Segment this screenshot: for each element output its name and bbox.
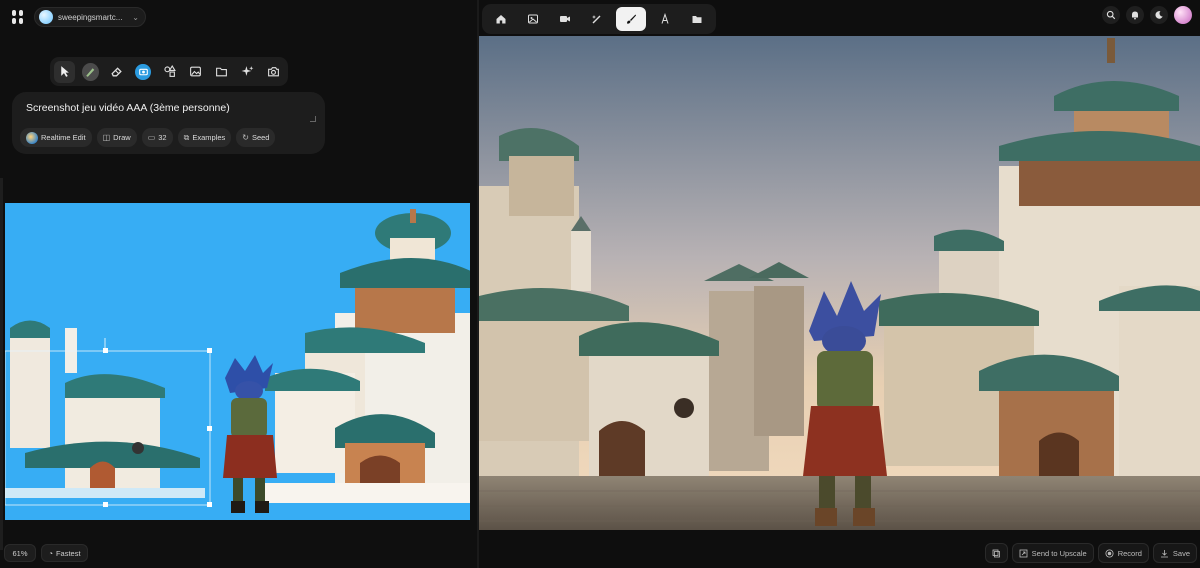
examples-icon: ⧉: [183, 132, 190, 142]
prompt-input[interactable]: Screenshot jeu vidéo AAA (3ème personne): [26, 102, 230, 114]
seed-button[interactable]: ↻ Seed: [236, 128, 276, 147]
speed-selector[interactable]: ◔ Fastest: [41, 544, 88, 562]
send-to-upscale-button[interactable]: Send to Upscale: [1011, 543, 1094, 563]
output-panel: Send to Upscale Record Save: [479, 0, 1200, 568]
speed-icon: ◔: [48, 548, 53, 558]
refresh-icon: ↻: [242, 133, 249, 142]
brush-icon[interactable]: [615, 7, 647, 31]
moon-icon[interactable]: [1150, 6, 1168, 24]
chevron-down-icon: ⌄: [132, 12, 139, 22]
folder-icon[interactable]: [683, 8, 710, 30]
account-name: sweepingsmartc...: [58, 12, 123, 22]
camera-plus-icon[interactable]: [263, 61, 284, 83]
copy-button[interactable]: [984, 543, 1008, 563]
image-icon[interactable]: [185, 61, 206, 83]
camera-badge-icon[interactable]: [135, 63, 151, 80]
generated-scene: [479, 36, 1200, 530]
prompt-box: Screenshot jeu vidéo AAA (3ème personne)…: [12, 92, 325, 154]
brush-icon[interactable]: [82, 62, 100, 81]
examples-label: Examples: [192, 133, 226, 142]
output-actions: Send to Upscale Record Save: [984, 543, 1197, 563]
mode-toolbar: [482, 4, 716, 34]
draw-button[interactable]: ◫ Draw: [96, 128, 137, 147]
bell-icon[interactable]: [1126, 6, 1144, 24]
record-button[interactable]: Record: [1097, 543, 1149, 563]
video-icon[interactable]: [552, 8, 579, 30]
app-window: sweepingsmartc... ⌄ Screenshot jeu vidéo…: [0, 0, 1200, 568]
text-icon[interactable]: [651, 8, 678, 30]
sparkles-icon[interactable]: [237, 61, 258, 83]
aspect-count-label: 32: [158, 133, 167, 142]
send-to-upscale-label: Send to Upscale: [1031, 548, 1087, 558]
search-icon[interactable]: [1102, 6, 1120, 24]
app-logo-icon[interactable]: [11, 9, 25, 25]
top-right-actions: [1102, 6, 1192, 24]
home-icon[interactable]: [488, 8, 515, 30]
folder-icon[interactable]: [211, 61, 232, 83]
magic-wand-icon[interactable]: [584, 8, 611, 30]
drawing-canvas[interactable]: [5, 203, 470, 520]
account-switcher[interactable]: sweepingsmartc... ⌄: [34, 7, 146, 27]
save-label: Save: [1172, 548, 1190, 558]
panel-edge: [0, 178, 3, 550]
cursor-icon[interactable]: [54, 60, 76, 83]
realtime-edit-label: Realtime Edit: [41, 133, 86, 142]
shapes-icon[interactable]: [159, 61, 180, 83]
canvas-collage-image: [5, 209, 470, 513]
draw-icon: ◫: [102, 133, 111, 142]
render-output-image: [479, 36, 1200, 530]
speed-label: Fastest: [55, 548, 81, 558]
download-icon: [1160, 549, 1168, 557]
copy-icon: [992, 549, 1000, 557]
examples-button[interactable]: ⧉ Examples: [177, 128, 232, 147]
zoom-level[interactable]: 61%: [4, 544, 36, 562]
realtime-edit-button[interactable]: Realtime Edit: [20, 128, 92, 147]
realtime-thumbnail-icon: [26, 131, 38, 144]
record-icon: [1105, 549, 1114, 557]
aspect-count-button[interactable]: ▭ 32: [141, 128, 173, 147]
aspect-ratio-icon: ▭: [147, 133, 156, 142]
editor-panel: sweepingsmartc... ⌄ Screenshot jeu vidéo…: [0, 0, 477, 568]
upscale-icon: [1019, 549, 1028, 557]
resize-handle-icon[interactable]: [310, 116, 316, 122]
draw-label: Draw: [113, 133, 131, 142]
eraser-icon[interactable]: [106, 61, 127, 83]
canvas-toolbar: [50, 57, 288, 86]
prompt-options: Realtime Edit ◫ Draw ▭ 32 ⧉ Examples ↻ S…: [20, 128, 276, 147]
record-label: Record: [1117, 548, 1142, 558]
save-button[interactable]: Save: [1152, 543, 1197, 563]
image-icon[interactable]: [520, 8, 547, 30]
user-avatar[interactable]: [1174, 6, 1192, 24]
account-avatar: [39, 10, 53, 24]
seed-label: Seed: [251, 133, 270, 142]
